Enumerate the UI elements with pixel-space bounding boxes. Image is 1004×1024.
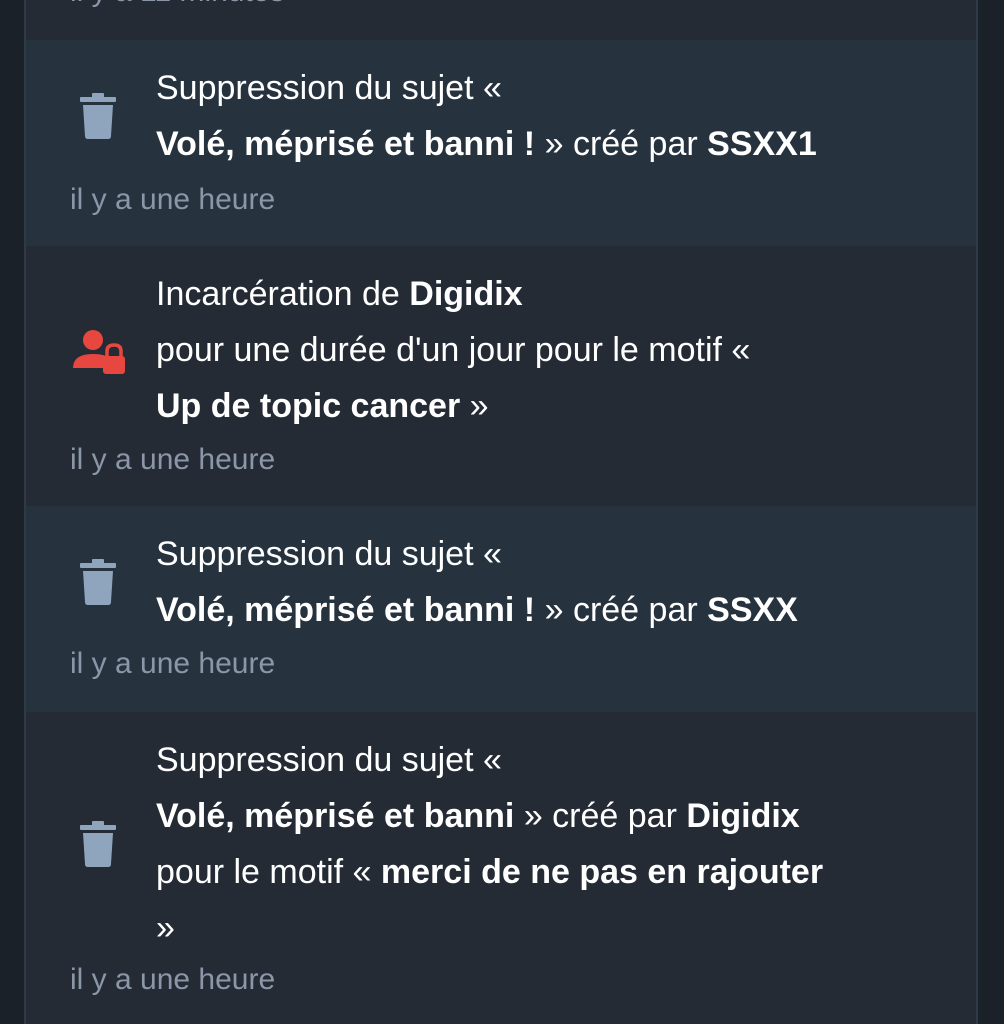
list-item: Incarcération de Digidix pour une durée … [26,246,976,506]
author-link[interactable]: SSXX [707,591,798,629]
item-line: Volé, méprisé et banni ! » créé par SSXX… [156,116,936,172]
topic-title-link[interactable]: Volé, méprisé et banni [156,797,514,835]
item-line: Up de topic cancer » [156,378,936,434]
list-item: Suppression du sujet « Volé, méprisé et … [26,712,976,1024]
topic-title-link[interactable]: Volé, méprisé et banni ! [156,591,535,629]
item-line: Volé, méprisé et banni » créé par Digidi… [156,788,936,844]
author-link[interactable]: SSXX1 [707,125,817,163]
action-label: Suppression du sujet « [156,535,502,573]
item-text: Suppression du sujet « Volé, méprisé et … [156,60,936,172]
quote-close: » [156,909,175,947]
author-link[interactable]: Digidix [686,797,799,835]
action-label: Suppression du sujet « [156,741,502,779]
item-line: Suppression du sujet « [156,60,936,116]
moderation-log-panel: il y a 11 minutes Suppression du sujet «… [24,0,978,1024]
trash-icon [78,558,118,606]
item-time: il y a une heure [70,443,276,476]
item-time: il y a une heure [70,647,276,680]
item-line: Suppression du sujet « [156,732,936,788]
trash-icon [78,820,118,868]
item-time: il y a une heure [70,183,276,216]
list-item: Suppression du sujet « Volé, méprisé et … [26,506,976,712]
item-text: Suppression du sujet « Volé, méprisé et … [156,732,936,956]
item-line: » [156,900,936,956]
item-time: il y a une heure [70,963,276,996]
item-line: Volé, méprisé et banni ! » créé par SSXX [156,582,936,638]
duration-label: pour une durée d'un jour pour le motif « [156,331,751,369]
action-label: Suppression du sujet « [156,69,502,107]
item-line: pour une durée d'un jour pour le motif « [156,322,936,378]
list-item: il y a 11 minutes [26,0,976,40]
topic-title-link[interactable]: Volé, méprisé et banni ! [156,125,535,163]
created-by-label: » créé par [523,797,677,835]
item-line: pour le motif « merci de ne pas en rajou… [156,844,936,900]
action-label: Incarcération de [156,275,400,313]
item-text: Suppression du sujet « Volé, méprisé et … [156,526,936,638]
trash-icon [78,92,118,140]
item-text: Incarcération de Digidix pour une durée … [156,266,936,434]
user-link[interactable]: Digidix [409,275,522,313]
motif-label: pour le motif « [156,853,372,891]
reason-text: Up de topic cancer [156,387,461,425]
list-item: Suppression du sujet « Volé, méprisé et … [26,40,976,246]
motif-text: merci de ne pas en rajouter [380,853,824,891]
user-lock-icon [72,328,128,376]
created-by-label: » créé par [544,591,698,629]
created-by-label: » créé par [544,125,698,163]
item-line: Incarcération de Digidix [156,266,936,322]
quote-close: » [469,387,489,425]
item-line: Suppression du sujet « [156,526,936,582]
item-time: il y a 11 minutes [70,0,285,12]
